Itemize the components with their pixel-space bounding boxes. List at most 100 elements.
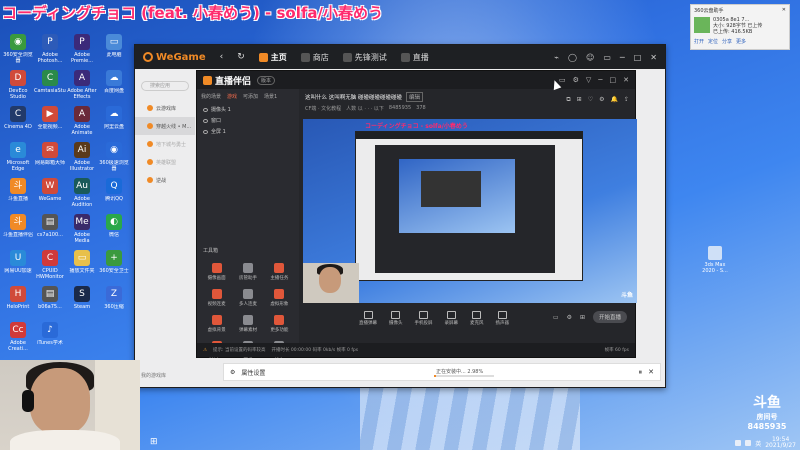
pause-icon[interactable]: ⏸ <box>639 368 643 377</box>
sidebar-item-game[interactable]: 逆战 <box>135 171 195 189</box>
notification-action-locate[interactable]: 定位 <box>708 38 718 45</box>
toolbox-item[interactable]: 弹幕素材 <box>232 315 263 333</box>
desktop-icon[interactable]: ▤ b06a75... <box>34 286 66 316</box>
popout-icon[interactable]: ⧉ <box>566 96 570 104</box>
close-icon[interactable]: ✕ <box>623 76 629 84</box>
windows-start-icon[interactable]: ⊞ <box>150 437 160 447</box>
desktop-icon[interactable]: ♪ iTunes学术 <box>34 322 66 352</box>
toolbox-item[interactable]: 虚拟形象 <box>264 289 295 307</box>
desktop-icon[interactable]: C CPUID HWMonitor <box>34 250 66 280</box>
share-icon[interactable]: ⇪ <box>624 96 629 104</box>
desktop-icon[interactable]: Au Adobe Audition <box>66 178 98 208</box>
visibility-eye-icon[interactable] <box>203 118 208 123</box>
screen-icon[interactable]: ▭ <box>553 314 559 321</box>
desktop-icon[interactable]: W WeGame <box>34 178 66 208</box>
desktop-icon[interactable]: ◉ 360安全浏览器 <box>2 34 34 64</box>
wg-support-icon[interactable]: ◯ <box>568 53 577 62</box>
desktop-icon[interactable]: ✉ 网易邮箱大师 <box>34 142 66 172</box>
maximize-icon[interactable]: □ <box>634 53 642 62</box>
tab-store[interactable]: 商店 <box>300 52 329 63</box>
stream-preview[interactable]: コーディングチョコ - solfa/小春めう 斗鱼 <box>303 119 637 303</box>
settings-gear-icon[interactable]: ⚙ <box>230 369 235 376</box>
desktop-icon[interactable]: ▭ 此电脑 <box>98 34 130 64</box>
source-item[interactable]: 摄像头 1 <box>197 104 299 115</box>
broadcast-control[interactable]: 麦克风 <box>470 310 484 326</box>
visibility-eye-icon[interactable] <box>203 107 208 112</box>
grid-icon[interactable]: ⊞ <box>577 96 582 104</box>
close-icon[interactable]: ✕ <box>650 53 657 62</box>
minimize-icon[interactable]: ─ <box>598 76 602 84</box>
notification-action-share[interactable]: 分享 <box>722 38 732 45</box>
desktop-icon[interactable]: C CamtasiaStudio <box>34 70 66 100</box>
scene-tab[interactable]: 可添加 <box>243 93 258 100</box>
toolbox-item[interactable]: 虚拟背景 <box>201 315 232 333</box>
visibility-eye-icon[interactable] <box>203 129 208 134</box>
desktop-icon[interactable]: Cc Adobe Creati... <box>2 322 34 352</box>
sidebar-item-game[interactable]: 地下城与勇士 <box>135 135 195 153</box>
broadcast-control[interactable]: 手机投屏 <box>415 310 433 326</box>
notification-action-more[interactable]: 更多 <box>736 38 746 45</box>
desktop-icon[interactable]: +360安全卫士 <box>98 250 130 280</box>
desktop-icon[interactable]: Z 360压缩 <box>98 286 130 316</box>
desktop-icon[interactable]: 斗斗鱼直播 <box>2 178 34 208</box>
scene-tab[interactable]: 我的场景 <box>201 93 221 100</box>
broadcast-control[interactable]: 录屏幕 <box>445 310 458 326</box>
sidebar-item-game[interactable]: 英雄联盟 <box>135 153 195 171</box>
desktop-icon[interactable]: Ai Adobe Illustrator <box>66 142 98 172</box>
desktop-icon[interactable]: ▤ cs7a100... <box>34 214 66 244</box>
toolbox-item[interactable]: 更多功能 <box>264 315 295 333</box>
toolbox-item[interactable]: 摄像画面 <box>201 263 232 281</box>
toolbox-item[interactable]: 多人连麦 <box>232 289 263 307</box>
tab-live[interactable]: 直播 <box>400 52 429 63</box>
refresh-icon[interactable]: ↻ <box>237 52 245 62</box>
desktop-icon[interactable]: P Adobe Premie... <box>66 34 98 64</box>
desktop-icon-3dsmax[interactable]: 3ds Max 2020 - S... <box>700 246 730 274</box>
desktop-icon[interactable]: ◉ 360极速浏览器 <box>98 142 130 172</box>
settings-icon[interactable]: ⚙ <box>567 314 572 321</box>
toolbox-item[interactable]: 视频连麦 <box>201 289 232 307</box>
desktop-icon[interactable]: Q 腾讯QQ <box>98 178 130 208</box>
tab-pioneer-test[interactable]: 先锋测试 <box>342 52 387 63</box>
desktop-icon[interactable]: ☁ 百度网盘 <box>98 70 130 100</box>
desktop-icon[interactable]: C Cinema 4D <box>2 106 34 136</box>
wg-mail-icon[interactable]: ▭ <box>603 53 611 62</box>
broadcast-control[interactable]: 摄像头 <box>389 310 403 326</box>
maximize-icon[interactable]: □ <box>610 76 617 84</box>
source-item[interactable]: 全屏 1 <box>197 126 299 137</box>
game-library-link[interactable]: 我的游戏库 <box>141 372 166 379</box>
scene-tab[interactable]: 场景1 <box>264 93 277 100</box>
broadcast-control[interactable]: 直播弹幕 <box>359 310 377 326</box>
desktop-icon[interactable]: 斗斗鱼直播伴侣 <box>2 214 34 244</box>
desktop-icon[interactable]: ▭ 播放文件夹 <box>66 250 98 280</box>
scene-tab[interactable]: 游戏 <box>227 93 237 100</box>
desktop-icon[interactable]: S Steam <box>66 286 98 316</box>
cancel-icon[interactable]: ✕ <box>648 368 654 377</box>
wegame-search-input[interactable]: 搜索应用 <box>141 81 189 91</box>
settings-icon[interactable]: ⚙ <box>573 76 579 84</box>
wg-profile-icon[interactable]: ☺ <box>586 53 594 62</box>
sidebar-item-game[interactable]: 穿越火线 • M... <box>135 117 195 135</box>
desktop-icon[interactable]: H HeloPrint <box>2 286 34 316</box>
bell-icon[interactable]: 🔔 <box>610 96 617 104</box>
desktop-icon[interactable]: ▶ 全能视频... <box>34 106 66 136</box>
desktop-icon[interactable]: U 网易UU加速 <box>2 250 34 280</box>
desktop-icon[interactable]: D DevEco Studio <box>2 70 34 100</box>
sidebar-item-game[interactable]: 云游戏库 <box>135 99 195 117</box>
desktop-icon[interactable]: A Adobe Animate <box>66 106 98 136</box>
tray-volume-icon[interactable] <box>745 440 752 446</box>
broadcast-control[interactable]: 扬声器 <box>496 310 509 326</box>
start-live-button[interactable]: 开始直播 <box>592 311 627 323</box>
desktop-icon[interactable]: ◐ 微信 <box>98 214 130 244</box>
tray-ime[interactable]: 英 <box>755 439 761 448</box>
layout-icon[interactable]: ⊞ <box>580 314 585 321</box>
desktop-icon[interactable]: Me Adobe Media Encoder <box>66 214 98 244</box>
back-icon[interactable]: ‹ <box>220 52 224 62</box>
toolbox-item[interactable]: 主播任务 <box>264 263 295 281</box>
desktop-icon[interactable]: ☁ 阿里云盘 <box>98 106 130 136</box>
source-item[interactable]: 窗口 <box>197 115 299 126</box>
desktop-icon[interactable]: e Microsoft Edge <box>2 142 34 172</box>
cloud-upload-notification[interactable]: 360云盘助手 ✕ 0305a 8e1 7... 大小: 928字节 已上传 已上… <box>690 4 790 50</box>
wg-share-icon[interactable]: ⌁ <box>554 53 559 62</box>
desktop-icon[interactable]: A Adobe After Effects <box>66 70 98 100</box>
tab-home[interactable]: 主页 <box>258 52 287 63</box>
